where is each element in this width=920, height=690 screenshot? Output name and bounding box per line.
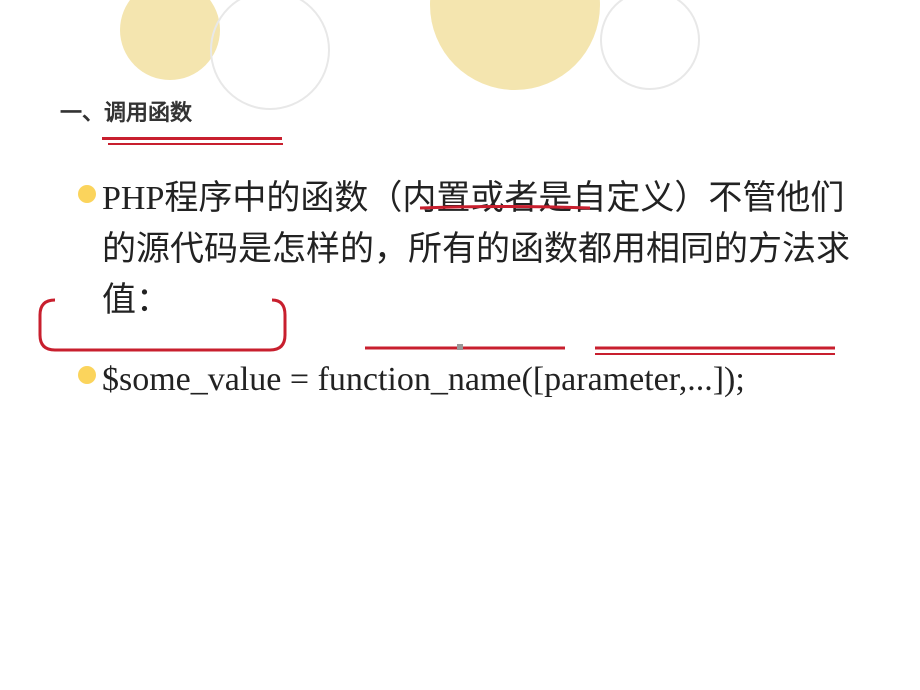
title-underline-annotation-1 [102,137,282,140]
bullet-item-2: $some_value = function_name([parameter,.… [60,354,850,405]
title-underline-annotation-2 [108,143,283,145]
bullet-item-1: PHP程序中的函数（内置或者是自定义）不管他们的源代码是怎样的，所有的函数都用相… [60,173,850,326]
bullet-text-1: PHP程序中的函数（内置或者是自定义）不管他们的源代码是怎样的，所有的函数都用相… [102,173,850,326]
bullet-text-2: $some_value = function_name([parameter,.… [102,354,745,405]
bullet-icon [78,185,96,203]
page-indicator-icon [457,344,463,350]
slide-title: 一、调用函数 [60,95,850,127]
bullet-icon [78,366,96,384]
